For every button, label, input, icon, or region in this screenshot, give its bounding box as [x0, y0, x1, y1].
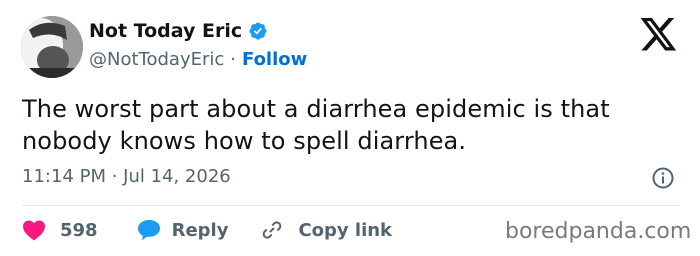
info-icon[interactable]: [651, 166, 675, 190]
follow-button[interactable]: Follow: [242, 48, 307, 72]
copy-link-label: Copy link: [298, 219, 393, 241]
divider: [22, 205, 679, 206]
like-count: 598: [60, 219, 98, 241]
like-button[interactable]: 598: [22, 219, 98, 241]
author-handle[interactable]: @NotTodayEric: [89, 48, 224, 72]
speech-bubble-icon: [136, 218, 162, 242]
separator-dot: ·: [230, 49, 236, 70]
watermark: boredpanda.com: [505, 219, 692, 244]
link-icon: [260, 218, 284, 242]
x-logo-icon[interactable]: [640, 18, 678, 52]
reply-button[interactable]: Reply: [136, 218, 229, 242]
reply-label: Reply: [171, 219, 229, 241]
handle-row: @NotTodayEric · Follow: [89, 48, 307, 72]
action-bar: 598 Reply Copy link: [22, 216, 392, 244]
heart-icon: [22, 219, 46, 241]
tweet-text: The worst part about a diarrhea epidemic…: [22, 95, 610, 155]
tweet-timestamp[interactable]: 11:14 PM · Jul 14, 2026: [22, 165, 231, 189]
verified-badge-icon: [248, 21, 268, 41]
avatar[interactable]: [21, 16, 83, 78]
copy-link-button[interactable]: Copy link: [260, 218, 392, 242]
author-name-row[interactable]: Not Today Eric: [89, 19, 268, 43]
author-display-name[interactable]: Not Today Eric: [89, 19, 242, 43]
